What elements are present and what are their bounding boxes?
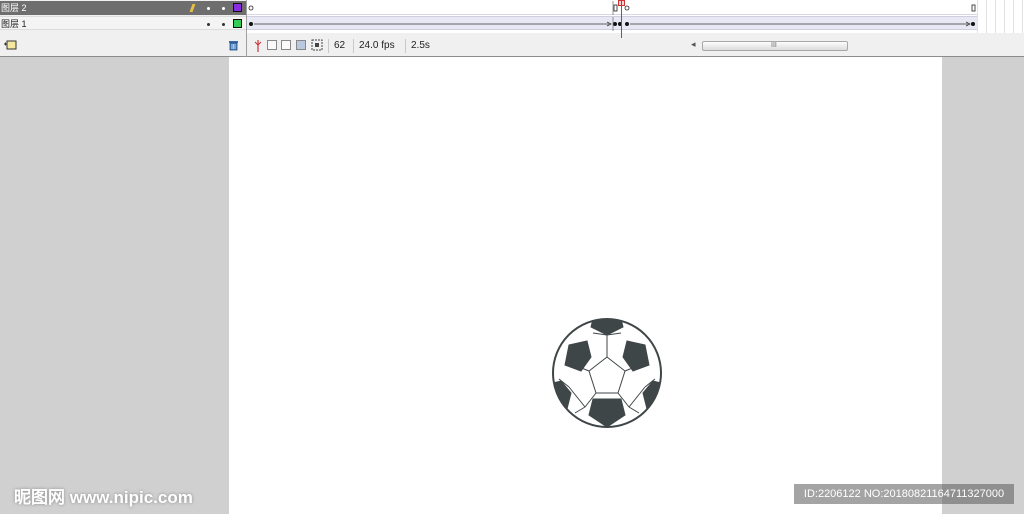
frame-status-bar: 62 24.0 fps 2.5s ◂ III <box>247 38 1024 55</box>
frame-track-2[interactable] <box>247 1 977 15</box>
lock-dot[interactable] <box>222 7 225 10</box>
layer-name: 图层 2 <box>1 3 27 13</box>
layers-panel: 图层 2 图层 1 <box>0 0 247 57</box>
visibility-dot[interactable] <box>207 7 210 10</box>
scroll-grip[interactable]: III <box>771 42 777 50</box>
stage[interactable] <box>229 57 942 514</box>
outline-color-box[interactable] <box>233 3 242 12</box>
lock-dot[interactable] <box>222 23 225 26</box>
watermark-id: ID:2206122 NO:20180821164711327000 <box>794 484 1014 504</box>
pencil-icon <box>189 4 196 12</box>
center-frame-icon[interactable] <box>254 40 262 57</box>
frames-grid[interactable] <box>977 0 1024 33</box>
layer-toolbar <box>0 38 246 55</box>
outline-color-box[interactable] <box>233 19 242 28</box>
timeline-scrollbar[interactable]: III <box>702 41 848 51</box>
frame-track-1[interactable] <box>247 16 977 31</box>
trash-icon[interactable] <box>228 39 239 56</box>
timeline-panel: 图层 2 图层 1 62 24.0 fps 2.5s ◂ III <box>0 0 1024 57</box>
onion-skin-icon[interactable] <box>267 40 277 50</box>
edit-multiple-frames-icon[interactable] <box>296 40 306 50</box>
layer-row-2[interactable]: 图层 2 <box>0 1 246 15</box>
soccer-ball[interactable] <box>551 317 663 429</box>
current-frame: 62 <box>328 39 352 53</box>
watermark-logo: 昵图网 www.nipic.com <box>14 488 193 507</box>
visibility-dot[interactable] <box>207 23 210 26</box>
add-layer-icon[interactable] <box>3 38 17 55</box>
onion-skin-outlines-icon[interactable] <box>281 40 291 50</box>
modify-onion-markers-icon[interactable] <box>311 39 323 56</box>
workspace <box>0 57 1024 514</box>
playhead[interactable] <box>621 0 622 38</box>
frame-rate[interactable]: 24.0 fps <box>353 39 403 53</box>
scroll-left-arrow[interactable]: ◂ <box>691 39 696 50</box>
frames-area[interactable] <box>247 0 977 33</box>
layer-row-1[interactable]: 图层 1 <box>0 16 246 30</box>
elapsed-time: 2.5s <box>405 39 437 53</box>
layer-name: 图层 1 <box>1 19 27 29</box>
